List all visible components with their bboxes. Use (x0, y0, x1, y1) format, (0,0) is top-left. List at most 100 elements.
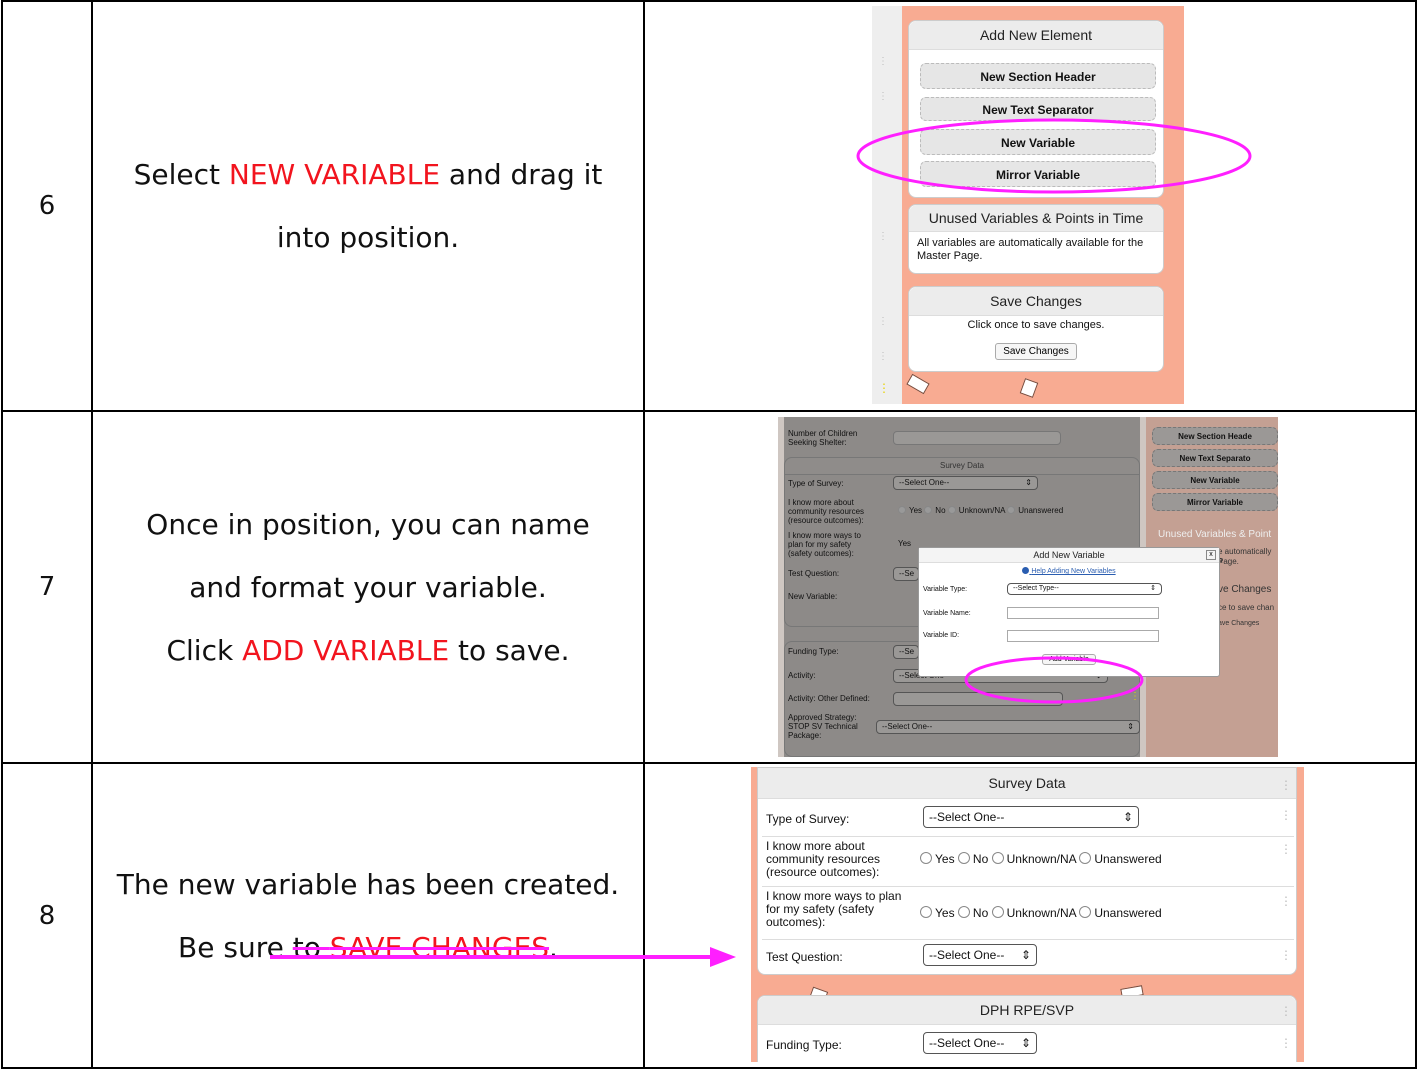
desc-text: to save. (449, 633, 570, 667)
step-number: 6 (1, 0, 93, 412)
question-label: I know more about community resources (r… (766, 839, 881, 879)
select-arrow-icon: ⇕ (1020, 1036, 1031, 1050)
highlight-new-variable: NEW VARIABLE (228, 158, 441, 191)
field-label: Type of Survey: (766, 812, 850, 826)
annotation-arrow (270, 947, 736, 967)
panel-title: Save Changes (909, 287, 1163, 316)
panel-title: DPH RPE/SVP (758, 996, 1296, 1025)
desc-line: and format your variable. (189, 570, 547, 604)
select-arrow-icon: ⇕ (1020, 948, 1031, 962)
approved-strategy-select[interactable]: --Select One-- ⇕ (876, 720, 1140, 734)
variable-id-input[interactable] (1007, 630, 1159, 642)
drag-handle-icon[interactable]: ⋮ (878, 381, 890, 395)
step-number: 7 (1, 410, 93, 764)
screenshot-cell: Number of Children Seeking Shelter: Surv… (643, 410, 1417, 764)
field-label: Activity: (788, 671, 816, 680)
panel-body: Click once to save changes. (967, 319, 1105, 331)
panel-title: Unused Variables & Point (1158, 529, 1272, 540)
drag-handle-icon[interactable]: ⋮ (1280, 894, 1292, 908)
resource-radio-group[interactable]: Yes No Unknown/NA Unanswered (920, 852, 1162, 866)
drag-handle-icon[interactable]: ⋮ (1280, 948, 1292, 962)
screenshot-cell: ⋮ ⋮ ⋮ ⋮ ⋮ ⋮ Add New Element New Section … (643, 0, 1417, 412)
step-row-7: 7 Once in position, you can name and for… (1, 410, 1417, 764)
panel-title: ve Changes (1218, 584, 1272, 595)
new-text-separator-button[interactable]: New Text Separato (1152, 449, 1278, 467)
help-icon (1022, 567, 1030, 574)
test-question-select[interactable]: --Select One-- ⇕ (923, 944, 1037, 966)
desc-text: Click (166, 633, 243, 667)
field-label: Variable Name: (923, 610, 971, 617)
survey-data-panel: Survey Data ⋮ Type of Survey: --Select O… (757, 767, 1297, 975)
type-of-survey-select[interactable]: --Select One-- ⇕ (893, 476, 1038, 490)
panel-title: Add New Element (909, 21, 1163, 50)
annotation-ellipse (964, 656, 1144, 704)
variable-type-select[interactable]: --Select Type-- ⇕ (1007, 583, 1162, 595)
panel-body: All variables are automatically availabl… (917, 237, 1144, 262)
drag-handle-icon[interactable]: ⋮ (1280, 842, 1292, 856)
field-label: Variable Type: (923, 586, 968, 593)
children-input[interactable] (893, 431, 1061, 445)
screenshot-add-element: ⋮ ⋮ ⋮ ⋮ ⋮ ⋮ Add New Element New Section … (872, 6, 1184, 404)
field-label: New Variable: (788, 592, 838, 601)
question-label: I know more ways to plan for my safety (… (766, 889, 902, 929)
drag-handle-icon[interactable]: ⋮ (1280, 778, 1292, 792)
help-link[interactable]: Help Adding New Variables (919, 567, 1219, 575)
drag-handle-icon[interactable]: ⋮ (1280, 1004, 1292, 1018)
save-changes-panel: Save Changes Click once to save changes.… (908, 286, 1164, 372)
save-changes-button[interactable]: Save Changes (995, 343, 1077, 360)
new-variable-button[interactable]: New Variable (1152, 471, 1278, 489)
screenshot-add-variable-dialog: Number of Children Seeking Shelter: Surv… (778, 417, 1278, 757)
type-of-survey-select[interactable]: --Select One-- ⇕ (923, 806, 1139, 828)
save-changes-button[interactable]: ave Changes (1218, 620, 1259, 627)
decor-leaf (1019, 378, 1039, 398)
safety-radio-group[interactable]: Yes No Unknown/NA Unanswered (920, 906, 1162, 920)
field-label: Activity: Other Defined: (788, 694, 870, 703)
drag-handle-icon[interactable]: ⋮ (878, 351, 888, 362)
panel-title: Survey Data (758, 768, 1296, 799)
drag-handle-icon[interactable]: ⋮ (878, 316, 888, 327)
panel-body: ce to save chan (1218, 603, 1275, 612)
select-arrow-icon: ⇕ (1122, 810, 1133, 824)
panel-title: Survey Data (785, 458, 1139, 475)
variable-name-input[interactable] (1007, 607, 1159, 619)
drag-handle-icon[interactable]: ⋮ (878, 231, 888, 242)
field-label: Number of Children Seeking Shelter: (788, 429, 858, 447)
annotation-ellipse (856, 118, 1252, 194)
desc-line: Once in position, you can name (146, 507, 590, 541)
desc-text: Select (133, 158, 229, 191)
step-row-6: 6 Select NEW VARIABLE and drag it into p… (1, 0, 1417, 412)
unused-variables-panel: Unused Variables & Points in Time All va… (908, 204, 1164, 274)
step-description: Select NEW VARIABLE and drag it into pos… (91, 0, 645, 412)
test-question-select[interactable]: --Se (893, 567, 919, 581)
modal-title: Add New Variable (919, 548, 1219, 563)
field-label: Type of Survey: (788, 479, 844, 488)
drag-handle-icon[interactable]: ⋮ (1280, 1036, 1292, 1050)
drag-handle-icon[interactable]: ⋮ (878, 56, 888, 67)
desc-line: The new variable has been created. (116, 867, 620, 901)
dph-panel: DPH RPE/SVP ⋮ Funding Type: --Select One… (757, 995, 1297, 1062)
step-number: 8 (1, 762, 93, 1069)
new-section-header-button[interactable]: New Section Header (920, 63, 1156, 89)
question-label: I know more ways to plan for my safety (… (788, 531, 861, 558)
step-description: The new variable has been created. Be su… (91, 762, 645, 1069)
decor-leaf (906, 373, 930, 395)
mirror-variable-button[interactable]: Mirror Variable (1152, 493, 1278, 511)
resource-radio-group[interactable]: Yes No Unknown/NA Unanswered (898, 506, 1063, 515)
drag-handle-icon[interactable]: ⋮ (1280, 808, 1292, 822)
close-icon[interactable]: x (1206, 550, 1216, 560)
screenshot-survey-data: Survey Data ⋮ Type of Survey: --Select O… (751, 767, 1304, 1062)
step-row-8: 8 The new variable has been created. Be … (1, 762, 1417, 1069)
field-label: Test Question: (788, 569, 840, 578)
funding-type-select[interactable]: --Select One-- ⇕ (923, 1032, 1037, 1054)
screenshot-cell: Survey Data ⋮ Type of Survey: --Select O… (643, 762, 1417, 1069)
drag-handle-icon[interactable]: ⋮ (878, 91, 888, 102)
safety-radio-partial[interactable]: Yes (898, 539, 911, 548)
field-label: Funding Type: (766, 1038, 842, 1052)
panel-body: Page. (1218, 557, 1239, 566)
step-description: Once in position, you can name and forma… (91, 410, 645, 764)
funding-select[interactable]: --Se (893, 645, 919, 659)
instruction-table: 6 Select NEW VARIABLE and drag it into p… (1, 0, 1417, 1069)
highlight-add-variable: ADD VARIABLE (242, 633, 450, 667)
panel-title: Unused Variables & Points in Time (909, 205, 1163, 232)
new-section-header-button[interactable]: New Section Heade (1152, 427, 1278, 445)
